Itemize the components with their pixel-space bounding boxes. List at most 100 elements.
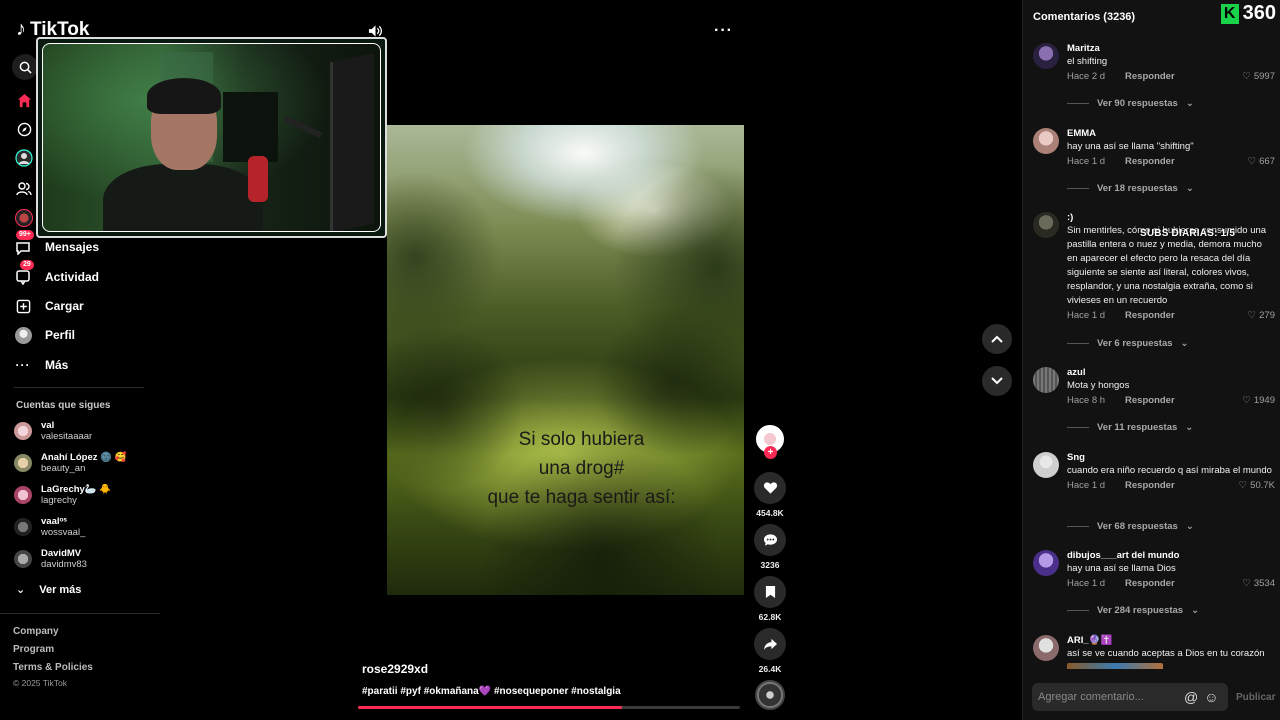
comment-like-button[interactable]: ♡ 50.7K [1239,480,1275,491]
comment-like-button[interactable]: ♡ 279 [1248,310,1275,321]
share-count: 26.4K [758,664,782,674]
footer-link-program[interactable]: Program [13,644,54,655]
chevron-down-icon [991,377,1003,385]
comment-input[interactable] [1038,691,1178,703]
avatar[interactable] [1033,635,1059,661]
avatar[interactable] [1033,43,1059,69]
video-author[interactable]: rose2929xd [362,662,428,676]
comment-time: Hace 1 d [1067,156,1106,167]
reply-button[interactable]: Responder [1125,71,1175,82]
volume-icon[interactable] [368,24,383,41]
replies-label: Ver 90 respuestas [1097,98,1178,109]
follow-plus-icon[interactable]: + [764,446,777,459]
like-count: 50.7K [1250,480,1275,491]
avatar[interactable] [1033,212,1059,238]
save-action[interactable]: 62.8K [754,576,786,622]
following-account[interactable]: DavidMV davidmv83 [14,548,87,570]
heart-icon[interactable] [754,472,786,504]
comment-input-box[interactable]: @ ☺ [1032,683,1228,711]
reply-button[interactable]: Responder [1125,480,1175,491]
chevron-up-icon [991,335,1003,343]
see-more-button[interactable]: ⌄ Ver más [16,583,82,597]
sidebar-item-activity[interactable]: 29 Actividad [14,260,100,286]
sidebar-item-messages[interactable]: 99+ Mensajes [14,230,99,256]
following-account[interactable]: Anahí López 🌚 🥰 beauty_an [14,452,126,474]
avatar [14,422,32,440]
friends-icon[interactable] [14,178,34,198]
chevron-down-icon: ⌄ [1185,183,1194,194]
sidebar-item-upload[interactable]: Cargar [14,297,84,315]
following-account[interactable]: vaalᵒˢ wossvaal_ [14,516,85,538]
comment-like-button[interactable]: ♡ 1949 [1242,395,1275,406]
following-account[interactable]: LaGrechy🦢 🐥 lagrechy [14,484,111,506]
replies-label: Ver 284 respuestas [1097,605,1184,616]
see-more-label: Ver más [39,583,82,596]
comment-like-button[interactable]: ♡ 667 [1248,156,1275,167]
profile-avatar [14,326,32,344]
comment-username[interactable]: azul [1067,367,1272,379]
account-name: LaGrechy🦢 🐥 [41,484,112,495]
like-count: 667 [1259,156,1275,167]
sidebar-item-profile[interactable]: Perfil [14,326,75,344]
comment-username[interactable]: :) [1067,212,1272,224]
comment-username[interactable]: EMMA [1067,128,1272,140]
comment-time: Hace 1 d [1067,578,1106,589]
reply-button[interactable]: Responder [1125,310,1175,321]
explore-icon[interactable] [14,119,34,139]
sidebar-item-label: Actividad [45,270,100,284]
avatar[interactable] [1033,128,1059,154]
view-replies-button[interactable]: Ver 90 respuestas ⌄ [1067,98,1194,109]
video-player[interactable]: Si solo hubiera una drog# que te haga se… [355,0,744,595]
publish-button[interactable]: Publicar [1236,692,1275,703]
comment-username[interactable]: dibujos___art del mundo [1067,550,1272,562]
home-icon[interactable] [14,90,34,110]
live-avatar-icon[interactable] [14,208,34,228]
comment-action[interactable]: 3236 [754,524,786,570]
music-disc-icon[interactable] [755,680,785,710]
search-button[interactable] [12,54,38,80]
video-progress-bar[interactable] [358,706,740,709]
reply-button[interactable]: Responder [1125,156,1175,167]
comment-text: así se ve cuando aceptas a Dios en tu co… [1067,648,1265,659]
reply-button[interactable]: Responder [1125,395,1175,406]
footer-link-company[interactable]: Company [13,626,59,637]
avatar [14,486,32,504]
like-action[interactable]: 454.8K [754,472,786,518]
comment-icon[interactable] [754,524,786,556]
heart-outline-icon: ♡ [1238,480,1248,491]
next-video-button[interactable] [982,366,1012,396]
brand-360-logo: K 360 [1220,2,1276,25]
share-icon[interactable] [754,628,786,660]
reply-button[interactable]: Responder [1125,578,1175,589]
view-replies-button[interactable]: Ver 11 respuestas ⌄ [1067,422,1193,433]
more-options-icon[interactable]: ··· [714,22,733,40]
sidebar-item-label: Cargar [45,299,84,313]
comment-like-button[interactable]: ♡ 3534 [1242,578,1275,589]
comment-like-button[interactable]: ♡ 5997 [1242,71,1275,82]
comment-username[interactable]: Maritza [1067,43,1272,55]
avatar[interactable] [1033,452,1059,478]
view-replies-button[interactable]: Ver 18 respuestas ⌄ [1067,183,1194,194]
avatar[interactable] [1033,367,1059,393]
view-replies-button[interactable]: Ver 68 respuestas ⌄ [1067,521,1194,532]
subs-counter-overlay: SUBS DIARIAS: 1/5 [1140,228,1236,239]
emoji-icon[interactable]: ☺ [1204,689,1218,705]
share-action[interactable]: 26.4K [754,628,786,674]
footer-link-terms[interactable]: Terms & Policies [13,662,93,673]
view-replies-button[interactable]: Ver 6 respuestas ⌄ [1067,338,1189,349]
following-icon[interactable] [14,148,34,168]
account-name: DavidMV [41,548,82,559]
avatar[interactable] [1033,550,1059,576]
comment-username[interactable]: Sng [1067,452,1272,464]
view-replies-button[interactable]: Ver 284 respuestas ⌄ [1067,605,1199,616]
mention-icon[interactable]: @ [1184,689,1198,705]
video-caption[interactable]: #paratii #pyf #okmañana💜 #nosequeponer #… [362,686,621,697]
like-count: 3534 [1253,578,1275,589]
following-account[interactable]: val valesitaaaar [14,420,92,442]
like-count: 1949 [1253,395,1275,406]
bookmark-icon[interactable] [754,576,786,608]
comment-username[interactable]: ARI_🔮✝️ [1067,635,1272,647]
avatar [14,550,32,568]
previous-video-button[interactable] [982,324,1012,354]
sidebar-item-more[interactable]: ··· Más [14,356,69,374]
